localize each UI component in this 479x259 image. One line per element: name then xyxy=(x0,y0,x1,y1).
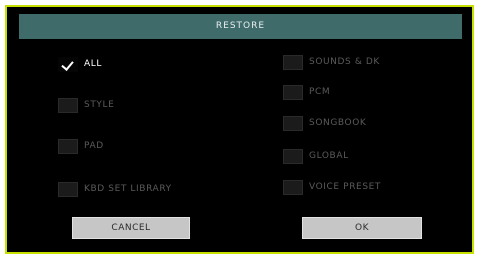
ok-button[interactable]: OK xyxy=(302,217,422,239)
option-songbook[interactable]: SONGBOOK xyxy=(283,115,366,131)
option-global-label: GLOBAL xyxy=(309,151,349,161)
option-pad-label: PAD xyxy=(84,141,104,151)
option-style[interactable]: STYLE xyxy=(58,97,114,113)
checkbox-songbook[interactable] xyxy=(283,115,303,131)
option-sounds-dk-label: SOUNDS & DK xyxy=(309,57,380,67)
checkbox-pad[interactable] xyxy=(58,138,78,154)
option-pcm[interactable]: PCM xyxy=(283,84,330,100)
checkbox-kbd-set-library[interactable] xyxy=(58,181,78,197)
option-all-label: ALL xyxy=(84,59,102,69)
option-all[interactable]: ALL xyxy=(58,56,102,72)
option-style-label: STYLE xyxy=(84,100,115,110)
checkbox-pcm[interactable] xyxy=(283,84,303,100)
checkbox-style[interactable] xyxy=(58,97,78,113)
cancel-button[interactable]: CANCEL xyxy=(72,217,190,239)
option-voice-preset-label: VOICE PRESET xyxy=(309,182,382,192)
checkbox-sounds-dk[interactable] xyxy=(283,54,303,70)
option-sounds-dk[interactable]: SOUNDS & DK xyxy=(283,54,380,70)
option-kbd-set-library-label: KBD SET LIBRARY xyxy=(84,184,172,194)
checkbox-all[interactable] xyxy=(58,56,78,72)
option-songbook-label: SONGBOOK xyxy=(309,118,367,128)
option-global[interactable]: GLOBAL xyxy=(283,148,349,164)
option-pad[interactable]: PAD xyxy=(58,138,104,154)
checkbox-voice-preset[interactable] xyxy=(283,179,303,195)
option-pcm-label: PCM xyxy=(309,87,331,97)
option-kbd-set-library[interactable]: KBD SET LIBRARY xyxy=(58,181,172,197)
dialog-title: RESTORE xyxy=(19,14,462,39)
option-voice-preset[interactable]: VOICE PRESET xyxy=(283,179,381,195)
checkbox-global[interactable] xyxy=(283,148,303,164)
restore-dialog: RESTORE ALL STYLE PAD KBD SET LIBRARY SO… xyxy=(5,5,474,254)
